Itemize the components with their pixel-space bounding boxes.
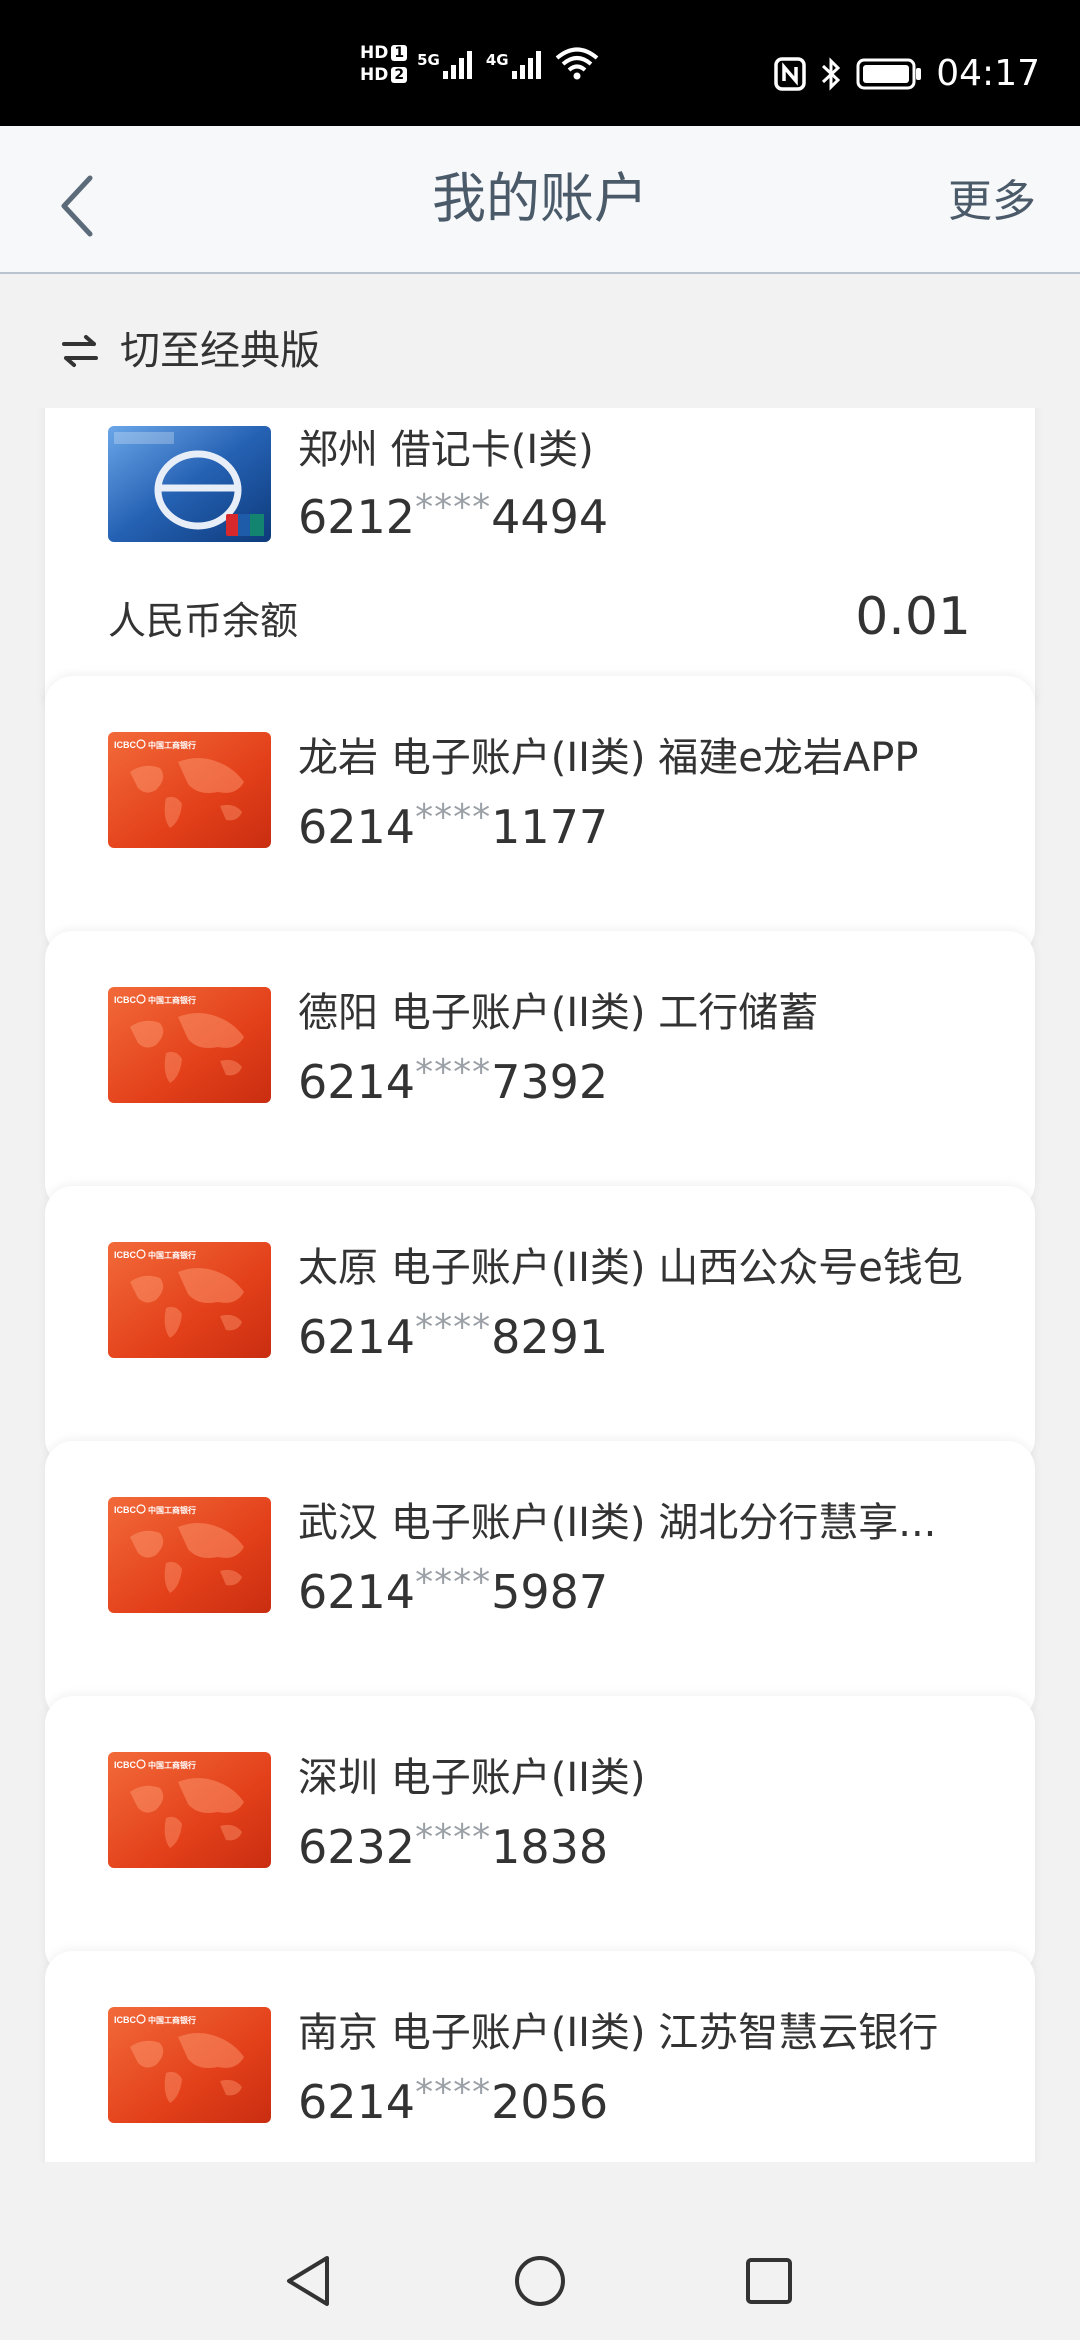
nav-home-button[interactable] (505, 2246, 575, 2316)
switch-version-row: 切至经典版 (0, 274, 1080, 408)
signal-5g: 5G (417, 49, 476, 79)
balance-value: 0.01 (855, 587, 971, 647)
app-header: 我的账户 更多 (0, 126, 1080, 274)
hd-indicator-1: HD 1 (360, 43, 408, 63)
account-number-prefix: 6214 (298, 1055, 416, 1109)
battery-icon (856, 58, 922, 90)
account-name: 德阳 电子账户(II类) 工行储蓄 (298, 990, 819, 1036)
home-circle-icon (515, 2256, 565, 2306)
account-number-suffix: 1177 (491, 800, 609, 854)
account-number-suffix: 4494 (491, 490, 609, 544)
account-name: 深圳 电子账户(II类) (298, 1755, 646, 1801)
network-type-label: 5G (417, 51, 440, 69)
account-card[interactable]: ICBC 中国工商银行 武汉 电子账户(II类) 湖北分行慧享... 6214*… (45, 1441, 1035, 1721)
account-number-mask: **** (415, 2072, 492, 2113)
account-number: 6214****2056 (298, 2063, 608, 2132)
signal-4g: 4G (486, 49, 545, 79)
hd-label: HD (360, 65, 389, 85)
account-name: 武汉 电子账户(II类) 湖北分行慧享... (298, 1500, 937, 1546)
account-card[interactable]: ICBC 中国工商银行 太原 电子账户(II类) 山西公众号e钱包 6214**… (45, 1186, 1035, 1466)
system-nav-bar (0, 2222, 1080, 2340)
svg-text:ICBC: ICBC (114, 995, 136, 1005)
svg-text:ICBC: ICBC (114, 1505, 136, 1515)
hd-indicator-2: HD 2 (360, 65, 408, 85)
signal-icon (511, 51, 541, 79)
status-system-group: 04:17 (774, 54, 1040, 94)
hd-sim-number: 2 (391, 67, 408, 83)
hd-indicators: HD 1 HD 2 (360, 43, 408, 85)
account-name: 郑州 借记卡(I类) (298, 427, 594, 473)
switch-classic-label: 切至经典版 (120, 328, 320, 374)
account-number-prefix: 6212 (298, 490, 416, 544)
svg-text:中国工商银行: 中国工商银行 (148, 2015, 196, 2025)
svg-text:中国工商银行: 中国工商银行 (148, 1760, 196, 1770)
svg-text:中国工商银行: 中国工商银行 (148, 1250, 196, 1260)
account-number: 6214****5987 (298, 1553, 608, 1622)
account-number-mask: **** (415, 1562, 492, 1603)
account-name: 太原 电子账户(II类) 山西公众号e钱包 (298, 1245, 963, 1291)
account-number-prefix: 6214 (298, 800, 416, 854)
account-number-mask: **** (415, 797, 492, 838)
more-button[interactable]: 更多 (948, 172, 1036, 232)
account-number-suffix: 8291 (491, 1310, 609, 1364)
account-number-mask: **** (415, 1307, 492, 1348)
card-image-red: ICBC 中国工商银行 (108, 1752, 271, 1868)
account-list: 郑州 借记卡(I类) 6212****4494 人民币余额 0.01 ICBC … (0, 408, 1080, 2162)
back-triangle-icon (287, 2256, 329, 2306)
switch-classic-button[interactable]: 切至经典版 (60, 326, 320, 376)
account-card[interactable]: ICBC 中国工商银行 南京 电子账户(II类) 江苏智慧云银行 6214***… (45, 1951, 1035, 2162)
hd-sim-number: 1 (391, 45, 408, 61)
account-number-mask: **** (415, 1817, 492, 1858)
account-card[interactable]: ICBC 中国工商银行 德阳 电子账户(II类) 工行储蓄 6214****73… (45, 931, 1035, 1211)
bluetooth-icon (822, 57, 841, 91)
card-image-red: ICBC 中国工商银行 (108, 1242, 271, 1358)
signal-icon (442, 51, 472, 79)
nav-back-button[interactable] (273, 2246, 343, 2316)
svg-text:ICBC: ICBC (114, 1760, 136, 1770)
account-number: 6214****7392 (298, 1043, 608, 1112)
status-network-group: HD 1 HD 2 5G 4G (360, 44, 599, 84)
account-name: 南京 电子账户(II类) 江苏智慧云银行 (298, 2010, 939, 2056)
balance-label: 人民币余额 (108, 599, 299, 643)
card-image-red: ICBC 中国工商银行 (108, 2007, 271, 2123)
nav-recents-button[interactable] (734, 2246, 804, 2316)
account-number-mask: **** (415, 487, 492, 528)
swap-icon (62, 335, 98, 367)
svg-text:中国工商银行: 中国工商银行 (148, 740, 196, 750)
card-image-blue (108, 426, 271, 542)
account-number-prefix: 6214 (298, 2075, 416, 2129)
account-number: 6212****4494 (298, 478, 608, 547)
account-name: 龙岩 电子账户(II类) 福建e龙岩APP (298, 735, 919, 781)
svg-text:ICBC: ICBC (114, 2015, 136, 2025)
status-time: 04:17 (936, 53, 1040, 94)
account-card[interactable]: ICBC 中国工商银行 深圳 电子账户(II类) 6232****1838 (45, 1696, 1035, 1976)
account-card[interactable]: 郑州 借记卡(I类) 6212****4494 人民币余额 0.01 (45, 408, 1035, 708)
account-number-mask: **** (415, 1052, 492, 1093)
svg-text:中国工商银行: 中国工商银行 (148, 1505, 196, 1515)
card-image-red: ICBC 中国工商银行 (108, 1497, 271, 1613)
account-number-prefix: 6214 (298, 1310, 416, 1364)
svg-text:中国工商银行: 中国工商银行 (148, 995, 196, 1005)
account-number-prefix: 6214 (298, 1565, 416, 1619)
recents-square-icon (746, 2258, 792, 2304)
account-number-suffix: 5987 (491, 1565, 609, 1619)
account-number: 6232****1838 (298, 1808, 608, 1877)
account-number-suffix: 7392 (491, 1055, 609, 1109)
hd-label: HD (360, 43, 389, 63)
account-number-suffix: 1838 (491, 1820, 609, 1874)
account-card[interactable]: ICBC 中国工商银行 龙岩 电子账户(II类) 福建e龙岩APP 6214**… (45, 676, 1035, 956)
page-title: 我的账户 (432, 167, 648, 230)
network-type-label: 4G (485, 51, 509, 69)
account-number-suffix: 2056 (491, 2075, 609, 2129)
card-image-red: ICBC 中国工商银行 (108, 987, 271, 1103)
svg-text:ICBC: ICBC (114, 1250, 136, 1260)
status-bar: HD 1 HD 2 5G 4G 04:17 (0, 0, 1080, 126)
wifi-icon (555, 47, 598, 80)
account-number: 6214****8291 (298, 1298, 608, 1367)
svg-text:ICBC: ICBC (114, 740, 136, 750)
account-number: 6214****1177 (298, 788, 608, 857)
nfc-icon (774, 57, 806, 91)
account-number-prefix: 6232 (298, 1820, 416, 1874)
card-image-red: ICBC 中国工商银行 (108, 732, 271, 848)
